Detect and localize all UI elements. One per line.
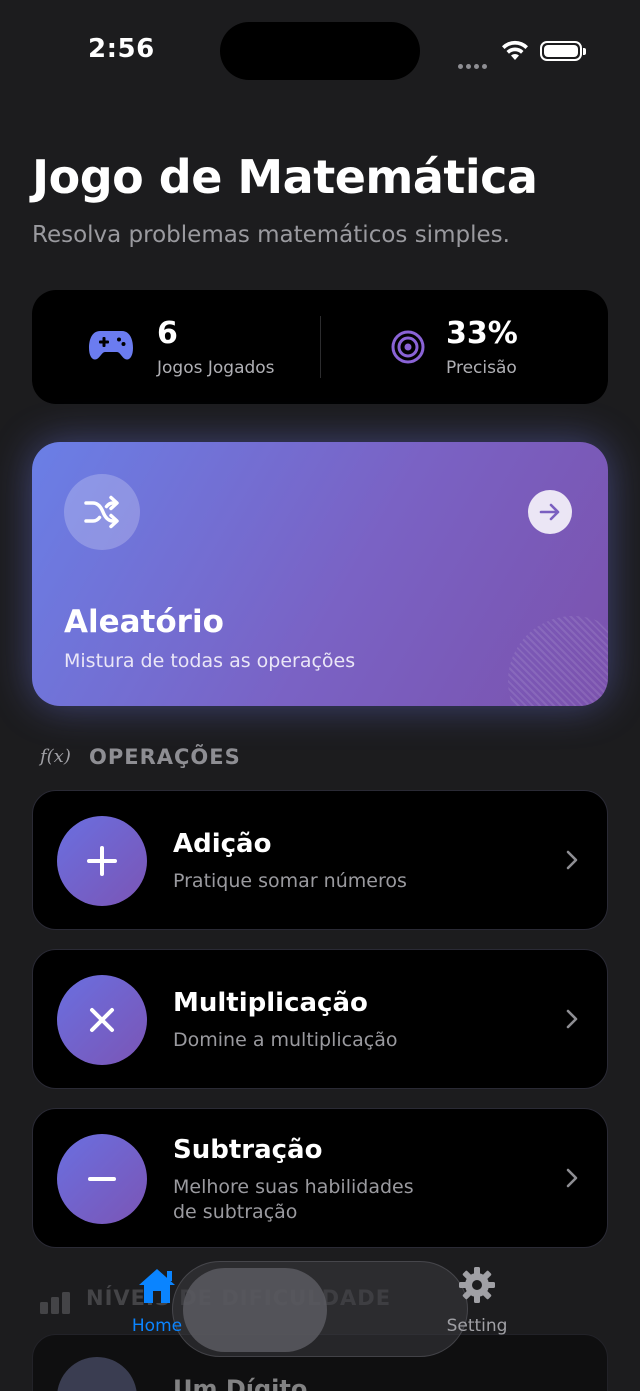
random-mode-card[interactable]: Aleatório Mistura de todas as operações	[32, 442, 608, 706]
operation-title: Subtração	[173, 1135, 323, 1165]
multiplication-icon-badge	[57, 975, 147, 1065]
status-bar: 2:56	[0, 0, 640, 100]
wifi-icon	[502, 40, 528, 60]
operation-title: Multiplicação	[173, 988, 368, 1018]
minus-icon	[88, 1177, 116, 1181]
chevron-right-icon	[566, 1009, 578, 1029]
operation-title: Adição	[173, 829, 272, 859]
bar-chart-icon	[40, 1292, 70, 1314]
gear-icon	[459, 1267, 495, 1303]
chevron-right-icon	[566, 1168, 578, 1188]
stats-card: 6 Jogos Jogados 33% Precisão	[32, 290, 608, 404]
accuracy-value: 33%	[446, 316, 518, 351]
gamepad-icon	[89, 331, 133, 360]
level-title: Um Dígito	[173, 1375, 308, 1391]
tab-setting-label: Setting	[446, 1316, 508, 1336]
operation-card-multiplication[interactable]: Multiplicação Domine a multiplicação	[32, 949, 608, 1089]
operation-card-subtraction[interactable]: Subtração Melhore suas habilidades de su…	[32, 1108, 608, 1248]
shuffle-icon	[84, 495, 119, 529]
games-played-label: Jogos Jogados	[157, 358, 275, 378]
cellular-signal-icon	[458, 54, 492, 69]
page-title: Jogo de Matemática	[32, 150, 538, 204]
plus-icon	[87, 846, 117, 876]
page-subtitle: Resolva problemas matemáticos simples.	[32, 222, 510, 248]
arrow-right-icon	[539, 503, 560, 521]
accuracy-label: Precisão	[446, 358, 517, 378]
operations-section-title: OPERAÇÕES	[89, 745, 241, 769]
tab-home[interactable]: Home	[128, 1266, 186, 1336]
operation-description: Pratique somar números	[173, 870, 407, 892]
tab-bar-knob[interactable]	[183, 1268, 327, 1352]
house-icon	[139, 1269, 175, 1303]
battery-icon	[540, 41, 586, 61]
tab-home-label: Home	[131, 1316, 183, 1336]
status-time: 2:56	[88, 34, 155, 64]
level-icon-badge	[57, 1357, 137, 1391]
operation-description: Melhore suas habilidades de subtração	[173, 1175, 414, 1225]
operation-description: Domine a multiplicação	[173, 1029, 398, 1051]
random-start-button[interactable]	[528, 490, 572, 534]
stats-divider	[320, 316, 321, 378]
operation-description-line: Melhore suas habilidades	[173, 1176, 414, 1198]
subtraction-icon-badge	[57, 1134, 147, 1224]
random-mode-subtitle: Mistura de todas as operações	[64, 650, 356, 672]
addition-icon-badge	[57, 816, 147, 906]
chevron-right-icon	[566, 850, 578, 870]
random-mode-title: Aleatório	[64, 604, 224, 640]
times-icon	[90, 1008, 114, 1032]
decorative-pattern	[508, 616, 608, 706]
operation-card-addition[interactable]: Adição Pratique somar números	[32, 790, 608, 930]
games-played-value: 6	[157, 316, 178, 351]
tab-bar-selection-pill[interactable]	[172, 1261, 468, 1357]
function-icon: f(x)	[40, 746, 71, 767]
target-icon	[391, 330, 425, 364]
operation-description-line: de subtração	[173, 1201, 298, 1223]
random-icon-badge	[64, 474, 140, 550]
dynamic-island	[220, 22, 420, 80]
